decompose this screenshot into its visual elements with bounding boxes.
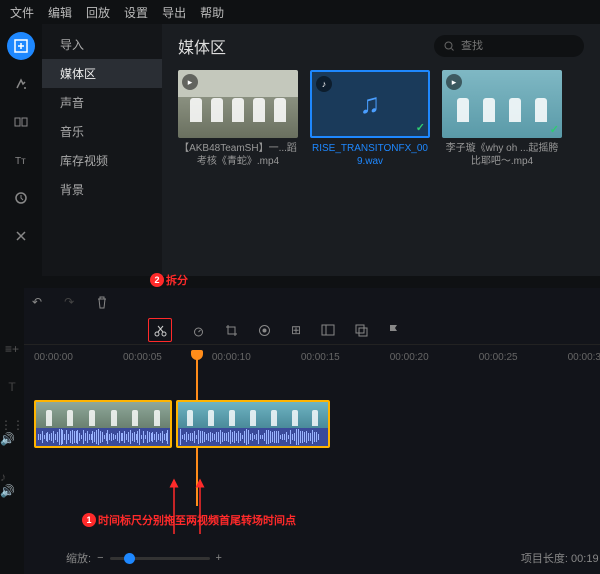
menu-help[interactable]: 帮助 [200,4,224,21]
menu-file[interactable]: 文件 [10,4,34,21]
menu-edit[interactable]: 编辑 [48,4,72,21]
transitions-tool-icon[interactable] [7,108,35,136]
tool-column: Tт [0,24,42,276]
side-menu: 导入 媒体区 声音 音乐 库存视频 背景 [42,24,162,276]
sidemenu-music[interactable]: 音乐 [42,117,162,146]
effects-tool-icon[interactable] [7,70,35,98]
clip-1[interactable] [34,400,172,448]
audio-track-icon[interactable]: ⋮⋮ 🔊 [0,418,24,446]
sidemenu-sound[interactable]: 声音 [42,88,162,117]
text-track-icon[interactable]: T [8,380,15,394]
annotation-number-icon: 1 [82,513,96,527]
redo-icon[interactable]: ↷ [64,295,74,309]
media-item[interactable]: ▸ 【AKB48TeamSH】一...蹈考核《青蛇》.mp4 [178,70,298,168]
media-tool-icon[interactable] [7,32,35,60]
sidemenu-stock[interactable]: 库存视频 [42,146,162,175]
adjust-icon[interactable]: ⊞ [291,323,301,337]
undo-icon[interactable]: ↶ [32,295,42,309]
media-thumbnail: ♪ ♫ ✓ [310,70,430,138]
annotation-number-icon: 2 [150,273,164,287]
svg-text:Tт: Tт [15,156,26,167]
sidemenu-background[interactable]: 背景 [42,175,162,204]
add-track-icon[interactable]: ≡+ [5,342,19,356]
sidemenu-import[interactable]: 导入 [42,30,162,59]
overlay-icon[interactable] [355,324,368,337]
media-label: 李子璇《why oh ...起摇胯比耶吧～.mp4 [442,142,562,168]
play-icon: ▸ [182,74,198,90]
video-track[interactable] [24,400,600,450]
media-thumbnail: ▸ [178,70,298,138]
audio-icon: ♪ [316,76,332,92]
check-icon: ✓ [550,123,559,136]
menu-export[interactable]: 导出 [162,4,186,21]
crop-icon[interactable] [225,324,238,337]
clip-2[interactable] [176,400,330,448]
annotation-drag: 1 时间标尺分别拖至两视频首尾转场时间点 [82,512,296,528]
timeline-track-header: ≡+ T ⋮⋮ 🔊 ♪ 🔊 [0,288,24,574]
ratio-icon[interactable] [321,324,335,336]
project-duration: 项目长度: 00:19 [521,550,599,566]
timeline-ruler[interactable]: 00:00:00 00:00:05 00:00:10 00:00:15 00:0… [24,344,600,370]
zoom-out-icon[interactable]: − [97,552,103,564]
note-icon: ♫ [360,88,381,120]
sidemenu-media[interactable]: 媒体区 [42,59,162,88]
menu-bar: 文件 编辑 回放 设置 导出 帮助 [0,0,600,24]
music-track-icon[interactable]: ♪ 🔊 [0,470,24,498]
zoom-slider[interactable] [110,557,210,560]
menu-settings[interactable]: 设置 [124,4,148,21]
search-box[interactable] [434,35,584,57]
zoom-label: 缩放: [66,550,91,566]
speed-icon[interactable] [192,324,205,337]
annotation-split: 2 拆分 [150,272,188,288]
split-button[interactable] [148,318,172,342]
timeline-toolbar: ⊞ [24,316,600,344]
menu-playback[interactable]: 回放 [86,4,110,21]
text-tool-icon[interactable]: Tт [7,146,35,174]
time-tool-icon[interactable] [7,184,35,212]
zoom-in-icon[interactable]: + [216,552,222,564]
media-item[interactable]: ♪ ♫ ✓ RISE_TRANSITONFX_009.wav [310,70,430,168]
tools-icon[interactable] [7,222,35,250]
check-icon: ✓ [416,121,425,134]
content-title: 媒体区 [178,34,226,58]
play-icon: ▸ [446,74,462,90]
search-icon [444,41,455,52]
delete-icon[interactable] [96,296,108,309]
flag-icon[interactable] [388,324,399,337]
zoom-control[interactable]: 缩放: − + [66,550,222,566]
media-label: 【AKB48TeamSH】一...蹈考核《青蛇》.mp4 [178,142,298,168]
media-item[interactable]: ▸ ✓ 李子璇《why oh ...起摇胯比耶吧～.mp4 [442,70,562,168]
content-area: 媒体区 ▸ 【AKB48TeamSH】一...蹈考核《青蛇》.mp4 ♪ ♫ ✓ [162,24,600,276]
record-icon[interactable] [258,324,271,337]
media-thumbnail: ▸ ✓ [442,70,562,138]
search-input[interactable] [461,40,561,52]
media-label: RISE_TRANSITONFX_009.wav [310,142,430,168]
